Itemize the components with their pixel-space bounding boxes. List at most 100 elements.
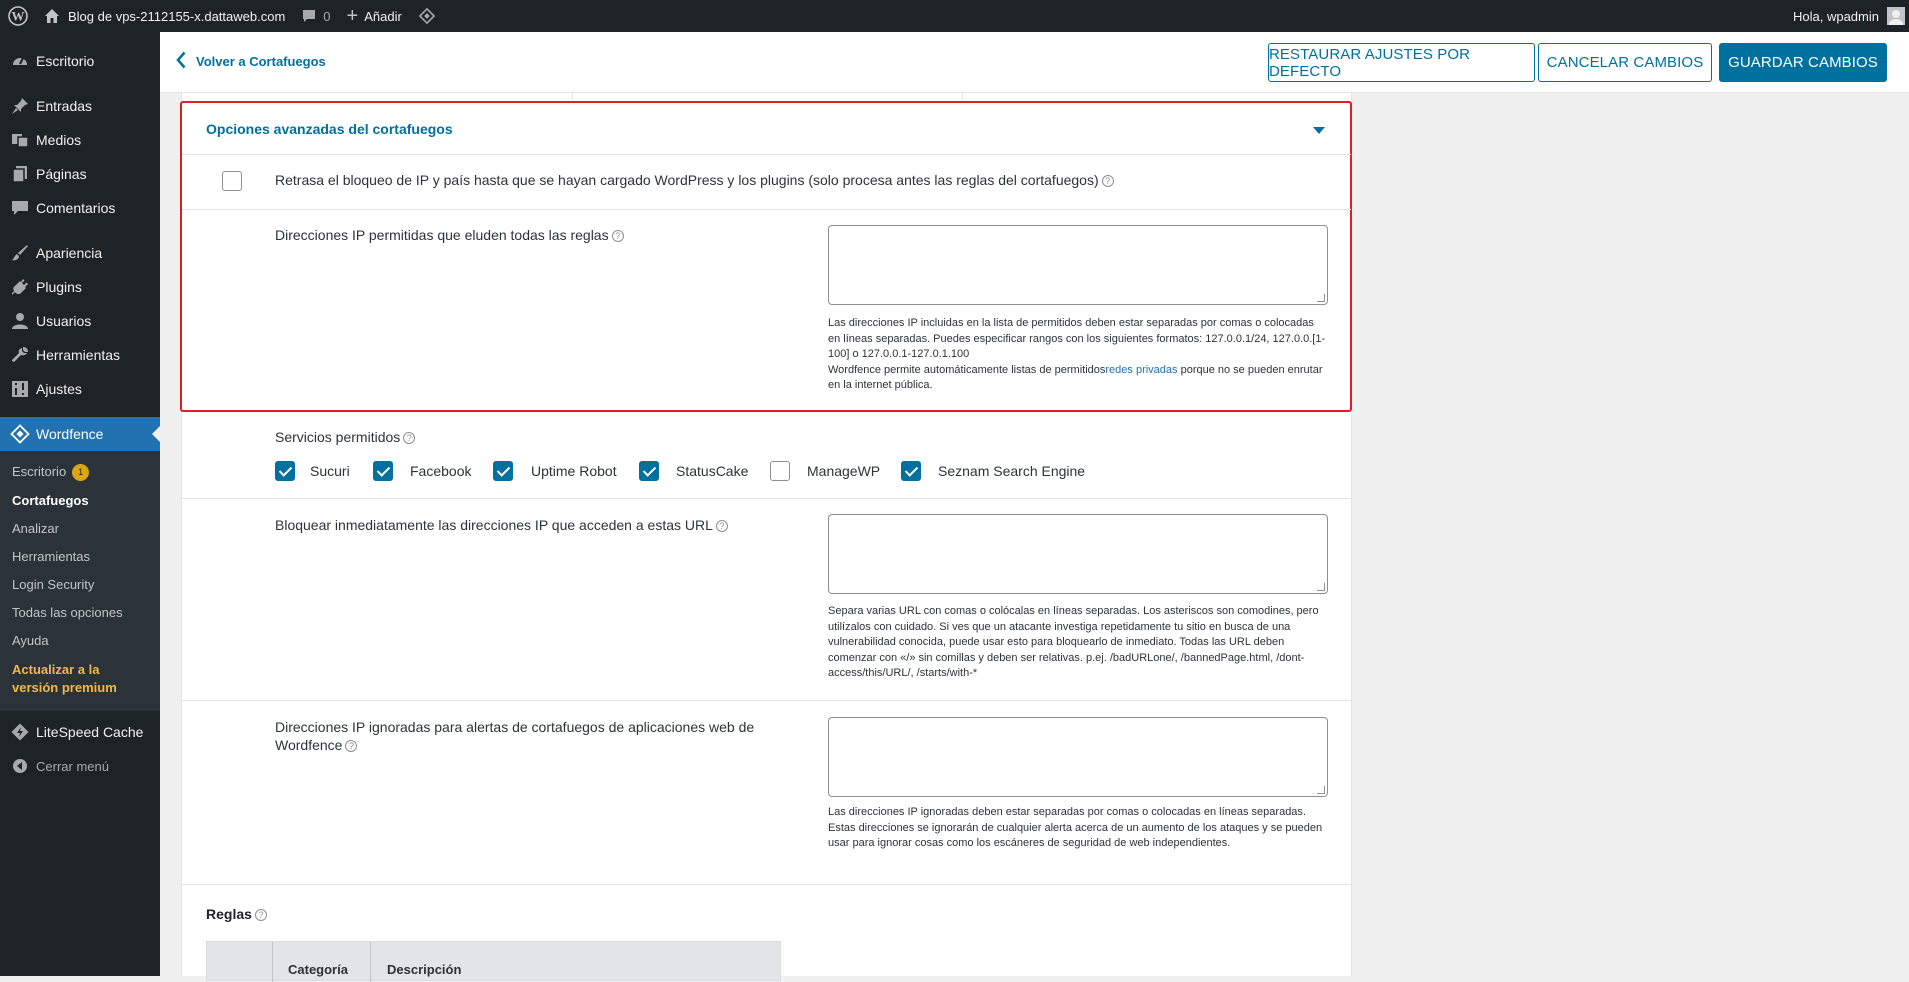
menu-label: Wordfence: [36, 426, 104, 442]
svg-text:W: W: [12, 9, 25, 24]
section-title[interactable]: Opciones avanzadas del cortafuegos: [206, 121, 453, 137]
submenu-herramientas[interactable]: Herramientas: [0, 543, 160, 571]
site-title: Blog de vps-2112155-x.dattaweb.com: [68, 8, 286, 24]
allowlist-hint-text: Las direcciones IP incluidas en la lista…: [828, 317, 1326, 360]
service-facebook-checkbox[interactable]: [373, 461, 393, 481]
menu-label: Cerrar menú: [36, 758, 109, 774]
menu-label: Escritorio: [36, 53, 95, 69]
wordfence-icon: [10, 424, 30, 444]
service-sucuri-checkbox[interactable]: [275, 461, 295, 481]
wordpress-logo-icon[interactable]: W: [0, 0, 36, 32]
rules-title: Reglas?: [206, 906, 267, 922]
menu-label: Plugins: [36, 279, 82, 295]
pin-icon: [10, 96, 30, 116]
submenu-ayuda[interactable]: Ayuda: [0, 627, 160, 655]
menu-label: Ajustes: [36, 381, 82, 397]
help-icon[interactable]: ?: [345, 740, 358, 752]
block-url-hint: Separa varias URL con comas o colócalas …: [828, 605, 1319, 679]
allowlist-label: Direcciones IP permitidas que eluden tod…: [275, 226, 695, 244]
menu-label: Comentarios: [36, 200, 116, 216]
submenu-upgrade-premium[interactable]: Actualizar a la versión premium: [0, 655, 160, 703]
menu-appearance[interactable]: Apariencia: [0, 236, 160, 270]
submenu-label: Analizar: [12, 521, 59, 537]
caret-down-icon[interactable]: [1313, 127, 1325, 134]
divider: [182, 884, 1351, 885]
allowlist-ips-textarea[interactable]: [828, 225, 1328, 305]
submenu-login-security[interactable]: Login Security: [0, 571, 160, 599]
admin-bar: W Blog de vps-2112155-x.dattaweb.com 0 +…: [0, 0, 1909, 32]
help-icon[interactable]: ?: [715, 520, 728, 532]
divider: [182, 209, 1351, 210]
wrench-icon: [10, 345, 30, 365]
submenu-escritorio[interactable]: Escritorio 1: [0, 458, 160, 487]
restore-defaults-button[interactable]: RESTAURAR AJUSTES POR DEFECTO: [1268, 43, 1535, 82]
site-name-link[interactable]: Blog de vps-2112155-x.dattaweb.com: [36, 0, 293, 32]
service-facebook-label: Facebook: [410, 463, 472, 479]
wordfence-diamond-icon: [418, 7, 436, 25]
block-urls-textarea[interactable]: [828, 514, 1328, 594]
save-changes-button[interactable]: GUARDAR CAMBIOS: [1719, 43, 1887, 82]
delay-blocking-checkbox[interactable]: [222, 171, 242, 191]
submenu-analizar[interactable]: Analizar: [0, 515, 160, 543]
service-statuscake-checkbox[interactable]: [639, 461, 659, 481]
help-icon[interactable]: ?: [254, 909, 267, 921]
comments-icon: [10, 198, 30, 218]
column-header-description[interactable]: Descripción: [387, 962, 461, 977]
block-url-text: Bloquear inmediatamente las direcciones …: [275, 517, 713, 533]
divider: [182, 700, 1351, 701]
my-account-link[interactable]: Hola, wpadmin: [1785, 0, 1909, 32]
previous-section-edge: [962, 93, 963, 99]
submenu-todas-opciones[interactable]: Todas las opciones: [0, 599, 160, 627]
divider: [182, 154, 1351, 155]
allowlist-text: Direcciones IP permitidas que eluden tod…: [275, 227, 609, 243]
column-header-category[interactable]: Categoría: [288, 962, 348, 977]
menu-label: Páginas: [36, 166, 87, 182]
wordfence-adminbar-link[interactable]: [410, 0, 444, 32]
help-icon[interactable]: ?: [611, 230, 624, 242]
menu-tools[interactable]: Herramientas: [0, 338, 160, 372]
menu-posts[interactable]: Entradas: [0, 89, 160, 123]
menu-litespeed[interactable]: LiteSpeed Cache: [0, 715, 160, 749]
menu-users[interactable]: Usuarios: [0, 304, 160, 338]
greeting: Hola, wpadmin: [1793, 8, 1879, 24]
pages-icon: [10, 164, 30, 184]
submenu-label: Cortafuegos: [12, 493, 89, 509]
settings-icon: [10, 379, 30, 399]
back-to-firewall-link[interactable]: Volver a Cortafuegos: [176, 51, 326, 72]
dashboard-icon: [10, 51, 30, 71]
services-label: Servicios permitidos?: [275, 428, 416, 446]
ignored-ips-hint: Las direcciones IP ignoradas deben estar…: [828, 806, 1323, 849]
allowlist-hint: Las direcciones IP incluidas en la lista…: [828, 316, 1328, 394]
notification-badge: 1: [72, 464, 90, 482]
collapse-menu-button[interactable]: Cerrar menú: [0, 749, 160, 783]
ignored-ips-label: Direcciones IP ignoradas para alertas de…: [275, 718, 795, 754]
cancel-changes-button[interactable]: CANCELAR CAMBIOS: [1538, 43, 1712, 82]
submenu-cortafuegos[interactable]: Cortafuegos: [0, 487, 160, 515]
help-icon[interactable]: ?: [1101, 175, 1114, 187]
menu-label: LiteSpeed Cache: [36, 724, 144, 741]
service-managewp-checkbox[interactable]: [770, 461, 790, 481]
menu-settings[interactable]: Ajustes: [0, 372, 160, 406]
menu-plugins[interactable]: Plugins: [0, 270, 160, 304]
add-new-link[interactable]: + Añadir: [339, 0, 410, 32]
service-statuscake-label: StatusCake: [676, 463, 749, 479]
menu-dashboard[interactable]: Escritorio: [0, 44, 160, 78]
back-label: Volver a Cortafuegos: [196, 54, 326, 69]
comments-link[interactable]: 0: [293, 0, 338, 32]
menu-wordfence[interactable]: Wordfence: [0, 417, 160, 451]
help-icon[interactable]: ?: [403, 432, 416, 444]
submenu-label: Actualizar a la versión premium: [12, 662, 117, 696]
ignored-ips-textarea[interactable]: [828, 717, 1328, 797]
private-networks-link[interactable]: redes privadas: [1105, 364, 1177, 376]
column-divider: [272, 942, 273, 982]
menu-comments[interactable]: Comentarios: [0, 191, 160, 225]
admin-sidebar: Escritorio Entradas Medios Páginas Comen…: [0, 32, 160, 976]
menu-media[interactable]: Medios: [0, 123, 160, 157]
service-uptime-robot-checkbox[interactable]: [493, 461, 513, 481]
menu-pages[interactable]: Páginas: [0, 157, 160, 191]
brush-icon: [10, 243, 30, 263]
service-seznam-checkbox[interactable]: [901, 461, 921, 481]
user-icon: [10, 311, 30, 331]
column-divider: [370, 942, 371, 982]
previous-section-edge: [572, 93, 573, 99]
